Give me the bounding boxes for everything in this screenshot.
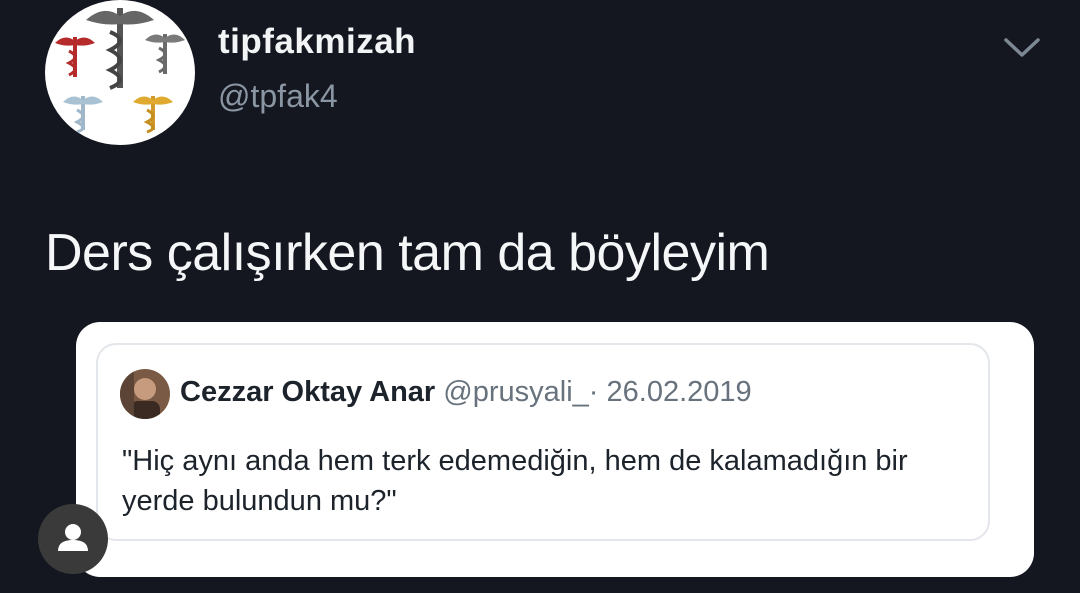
- author-handle[interactable]: @tpfak4: [218, 78, 338, 115]
- author-avatar[interactable]: [45, 0, 195, 145]
- author-display-name[interactable]: tipfakmizah: [218, 22, 416, 62]
- quoted-tweet-text: "Hiç aynı anda hem terk edemediğin, hem …: [122, 445, 908, 517]
- quoted-date[interactable]: 26.02.2019: [607, 376, 752, 408]
- profile-overlay-button[interactable]: [38, 504, 108, 574]
- user-icon: [58, 524, 88, 551]
- quoted-header: Cezzar Oktay Anar @prusyali_· 26.02.2019: [180, 376, 752, 409]
- caduceus-logo: [55, 8, 185, 134]
- chevron-down-icon[interactable]: [1000, 30, 1044, 66]
- quoted-author-name[interactable]: Cezzar Oktay Anar: [180, 376, 435, 408]
- tweet-text: Ders çalışırken tam da böyleyim: [45, 224, 770, 282]
- quoted-author-handle[interactable]: @prusyali_: [443, 376, 589, 408]
- quoted-author-avatar[interactable]: [120, 369, 170, 419]
- meta-separator: ·: [588, 376, 599, 408]
